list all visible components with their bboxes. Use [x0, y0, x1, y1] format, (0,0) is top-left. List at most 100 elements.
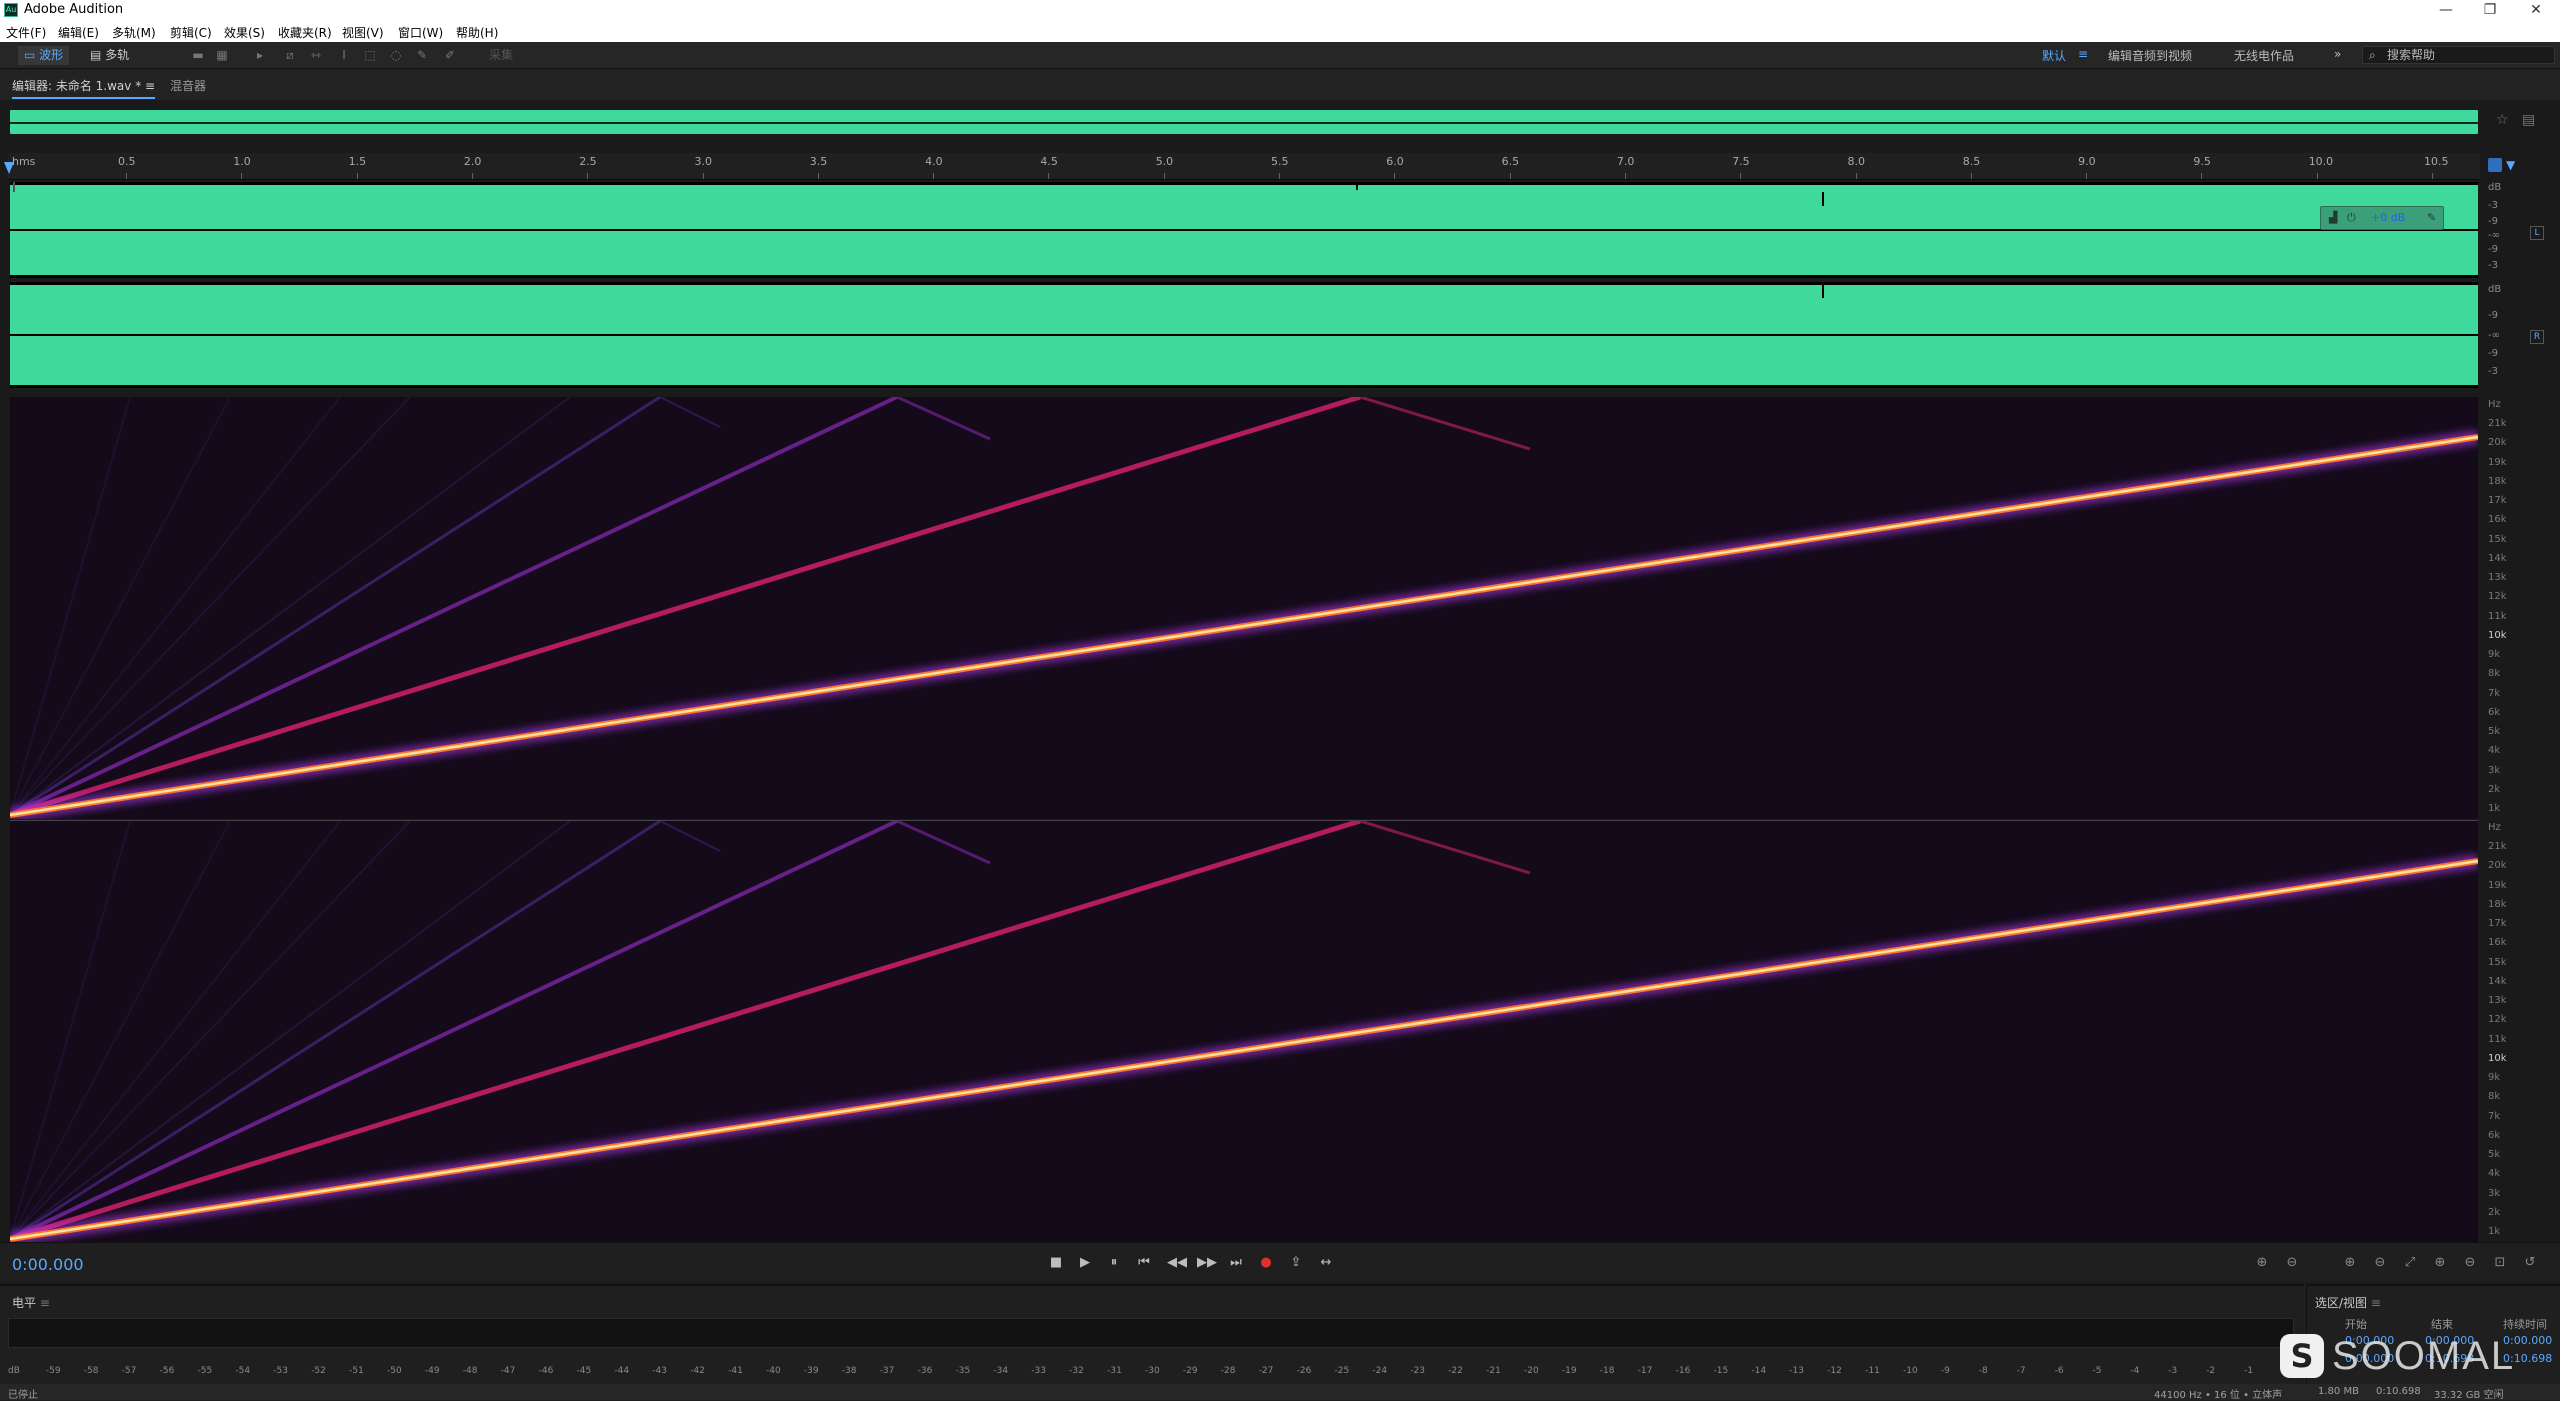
minimize-button[interactable]: —	[2426, 0, 2466, 20]
tab-menu-icon[interactable]: ≡	[145, 79, 155, 93]
search-icon: ⌕	[2369, 48, 2376, 62]
marquee-selection-icon[interactable]: ⬚	[362, 48, 378, 62]
slip-tool-icon[interactable]: ⇿	[308, 48, 324, 62]
skip-selection-button[interactable]: ↔	[1316, 1254, 1336, 1272]
level-scale-label: -54	[235, 1366, 251, 1376]
overview-navigator[interactable]	[8, 108, 2480, 136]
lasso-selection-icon[interactable]: ◌	[388, 48, 404, 62]
ruler-tick-mark	[2432, 173, 2433, 179]
spectral-display-right[interactable]	[10, 820, 2478, 1242]
harmonic-fold-line	[659, 821, 721, 852]
spectral-display-left[interactable]	[10, 397, 2478, 819]
zoom-in-point-icon[interactable]: ⊕	[2430, 1254, 2450, 1272]
panel-options-icon[interactable]: ▤	[2522, 112, 2535, 128]
zoom-selection-icon[interactable]: ⊡	[2490, 1254, 2510, 1272]
workspace-video[interactable]: 编辑音频到视频	[2108, 47, 2192, 64]
menu-edit[interactable]: 编辑(E)	[58, 24, 99, 41]
level-meter-panel: 电平 ≡ dB -59 -58 -57 -56 -55 -54 -53 -52 -51 -50 -49…	[0, 1284, 2304, 1384]
selection-panel-title: 选区/视图 ≡	[2315, 1294, 2381, 1311]
more-workspaces-button[interactable]: »	[2334, 47, 2341, 61]
move-tool-icon[interactable]: ▸	[252, 48, 268, 62]
zoom-lock-icon[interactable]: ☆	[2496, 112, 2509, 128]
timeline-ruler[interactable]: hms 0.5 1.0 1.5 2.0 2.5 3.0 3.5 4.0 4.5 5.0 5.5 6.0…	[8, 153, 2480, 180]
rewind-button[interactable]: ◀◀	[1164, 1254, 1190, 1272]
spectral-frequency-icon[interactable]: ▬	[190, 48, 206, 62]
zoom-in-time-icon[interactable]: ⊕	[2340, 1254, 2360, 1272]
search-help-input[interactable]: ⌕ 搜索帮助	[2362, 46, 2555, 64]
zoom-out-point-icon[interactable]: ⊖	[2460, 1254, 2480, 1272]
panel-menu-icon[interactable]: ≡	[2371, 1296, 2381, 1310]
marker-icon[interactable]: ▼	[2506, 158, 2520, 172]
workspace-default[interactable]: 默认	[2042, 47, 2066, 64]
status-format: 44100 Hz • 16 位 • 立体声	[2154, 1390, 2283, 1401]
record-button[interactable]: ●	[1256, 1254, 1276, 1272]
db-label: -9	[2488, 216, 2498, 227]
multitrack-mode-button[interactable]: ▤ 多轨	[84, 46, 135, 65]
level-scale-label: -27	[1258, 1366, 1274, 1376]
panel-menu-icon[interactable]: ≡	[40, 1296, 50, 1310]
zoom-full-icon[interactable]: ⤢	[2400, 1254, 2420, 1272]
volume-knob-icon[interactable]: ⏻	[2347, 211, 2356, 225]
hz-label: 15k	[2488, 956, 2507, 968]
menu-window[interactable]: 窗口(W)	[398, 24, 443, 41]
hz-label: 1k	[2488, 1226, 2501, 1237]
fast-forward-button[interactable]: ▶▶	[1194, 1254, 1220, 1272]
time-selection-icon[interactable]: I	[336, 48, 352, 62]
hz-label: 8k	[2488, 668, 2501, 680]
hz-label: 10k	[2488, 629, 2507, 641]
pin-icon[interactable]: ✎	[2427, 211, 2436, 224]
hz-label: 11k	[2488, 1033, 2507, 1045]
selection-title-text: 选区/视图	[2315, 1296, 2368, 1310]
ruler-options-icon[interactable]	[2488, 158, 2502, 172]
waveform-right-channel[interactable]	[10, 282, 2478, 388]
go-to-start-button[interactable]: ⏮	[1134, 1254, 1154, 1272]
go-to-end-button[interactable]: ⏭	[1226, 1254, 1246, 1272]
menu-multitrack[interactable]: 多轨(M)	[112, 24, 156, 41]
razor-tool-icon[interactable]: ⧄	[282, 48, 298, 62]
hz-label: 20k	[2488, 860, 2507, 872]
level-scale-label: -24	[1372, 1366, 1388, 1376]
stop-button[interactable]: ■	[1046, 1254, 1066, 1272]
waveform-label: 波形	[39, 48, 64, 62]
volume-hud[interactable]: ▟ ⏻ +0 dB ✎	[2320, 206, 2444, 230]
play-button[interactable]: ▶	[1075, 1254, 1095, 1272]
level-scale-label: -23	[1410, 1366, 1425, 1376]
tab-editor[interactable]: 编辑器: 未命名 1.wav * ≡	[12, 77, 156, 99]
menu-help[interactable]: 帮助(H)	[456, 24, 498, 41]
channel-left-label[interactable]: L	[2530, 226, 2544, 240]
menu-clip[interactable]: 剪辑(C)	[170, 24, 212, 41]
zoom-out-time-icon[interactable]: ⊖	[2370, 1254, 2390, 1272]
maximize-button[interactable]: ❐	[2470, 0, 2510, 20]
waveform-mode-button[interactable]: ▭ 波形	[18, 46, 70, 65]
workspace-menu-icon[interactable]: ≡	[2078, 47, 2088, 61]
pause-button[interactable]: ⏸	[1104, 1254, 1124, 1272]
menu-view[interactable]: 视图(V)	[342, 24, 384, 41]
soomal-text: SOOMAL	[2332, 1334, 2516, 1378]
level-scale-label: -6	[2054, 1366, 2064, 1376]
loop-button[interactable]: ⇪	[1286, 1254, 1306, 1272]
zoom-out-amplitude-icon[interactable]: ⊖	[2282, 1254, 2302, 1272]
zoom-in-amplitude-icon[interactable]: ⊕	[2252, 1254, 2272, 1272]
channel-right-label[interactable]: R	[2530, 330, 2544, 344]
spectral-pitch-icon[interactable]: ▦	[214, 48, 230, 62]
menu-favorites[interactable]: 收藏夹(R)	[278, 24, 332, 41]
level-scale-label: -40	[766, 1366, 781, 1376]
ruler-tick-label: 1.5	[348, 155, 367, 168]
level-scale-label: -34	[993, 1366, 1009, 1376]
status-state: 已停止	[8, 1390, 38, 1401]
ruler-tick-label: 2.5	[579, 155, 597, 168]
level-scale-label: -43	[652, 1366, 667, 1376]
zoom-reset-icon[interactable]: ↺	[2520, 1254, 2540, 1272]
waveform-left-channel[interactable]	[10, 182, 2478, 278]
menu-file[interactable]: 文件(F)	[6, 24, 46, 41]
tab-mixer[interactable]: 混音器	[170, 77, 206, 94]
ruler-tick-label: 9.5	[2193, 155, 2211, 168]
workspace-radio[interactable]: 无线电作品	[2234, 47, 2294, 64]
menu-effects[interactable]: 效果(S)	[224, 24, 265, 41]
ruler-tick-label: 3.5	[809, 155, 828, 168]
volume-value[interactable]: +0 dB	[2371, 211, 2405, 224]
spot-healing-icon[interactable]: ✐	[442, 48, 458, 62]
close-button[interactable]: ✕	[2516, 0, 2556, 20]
timecode-display[interactable]: 0:00.000	[12, 1255, 84, 1274]
brush-selection-icon[interactable]: ✎	[414, 48, 430, 62]
